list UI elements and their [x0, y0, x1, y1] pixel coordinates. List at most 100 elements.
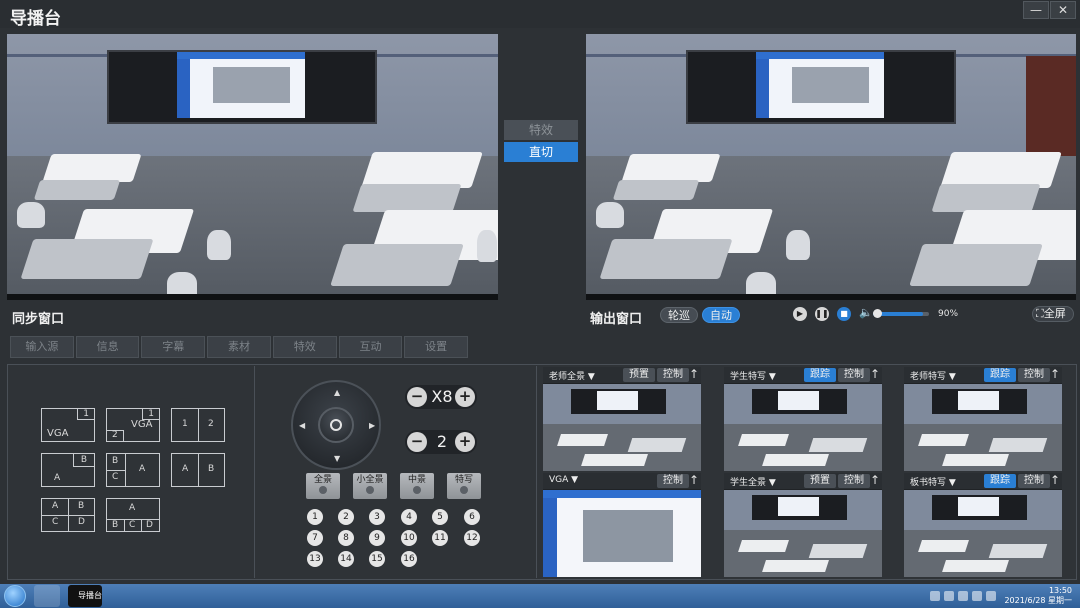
stop-icon[interactable]: ■: [837, 307, 851, 321]
camera-feed[interactable]: [543, 384, 701, 471]
network-icon[interactable]: [930, 591, 940, 601]
arrow-up-icon[interactable]: ↑: [870, 473, 880, 487]
arrow-up-icon[interactable]: ▲: [334, 388, 340, 397]
preset-number-7[interactable]: 7: [307, 530, 323, 546]
tab-input-source[interactable]: 输入源: [10, 336, 74, 358]
preset-number-14[interactable]: 14: [338, 551, 354, 567]
arrow-up-icon[interactable]: ↑: [870, 367, 880, 381]
camera-mode-button[interactable]: 跟踪: [804, 368, 836, 382]
camera-feed[interactable]: [904, 490, 1062, 577]
layout-a-pip-b[interactable]: B A: [41, 453, 95, 487]
tour-button[interactable]: 轮巡: [660, 307, 698, 323]
camera-control-button[interactable]: 控制: [1018, 474, 1050, 488]
layout-bc-a[interactable]: B C A: [106, 453, 160, 487]
camera-feed[interactable]: [904, 384, 1062, 471]
ptz-home-button[interactable]: [318, 407, 354, 443]
camera-control-button[interactable]: 控制: [657, 474, 689, 488]
volume-slider[interactable]: [873, 309, 929, 318]
speed-up-button[interactable]: +: [455, 432, 475, 452]
camera-control-button[interactable]: 控制: [657, 368, 689, 382]
preset-number-9[interactable]: 9: [369, 530, 385, 546]
layout-vga-pip-2[interactable]: 1 2 VGA: [106, 408, 160, 442]
tray-icon[interactable]: [944, 591, 954, 601]
layout-quad[interactable]: A B C D: [41, 498, 95, 532]
layout-vga-pip-1[interactable]: 1 VGA: [41, 408, 95, 442]
preset-number-1[interactable]: 1: [307, 509, 323, 525]
camera-name[interactable]: VGA ▼: [549, 475, 578, 485]
tab-interaction[interactable]: 互动: [338, 336, 403, 358]
direct-cut-button[interactable]: 直切: [504, 142, 578, 162]
camera-mode-button[interactable]: 跟踪: [984, 474, 1016, 488]
camera-mode-button[interactable]: 跟踪: [984, 368, 1016, 382]
arrow-down-icon[interactable]: ▼: [334, 454, 340, 463]
preset-number-15[interactable]: 15: [369, 551, 385, 567]
camera-tile[interactable]: 老师全景 ▼ 预置 控制 ↑: [543, 367, 701, 471]
arrow-up-icon[interactable]: ↑: [1050, 473, 1060, 487]
tab-info[interactable]: 信息: [75, 336, 140, 358]
output-window-video[interactable]: [586, 34, 1076, 300]
play-icon[interactable]: ▶: [793, 307, 807, 321]
close-button[interactable]: ✕: [1050, 1, 1076, 19]
clock[interactable]: 13:50 2021/6/28 星期一: [1004, 586, 1072, 606]
minimize-button[interactable]: —: [1023, 1, 1049, 19]
camera-name[interactable]: 老师特写 ▼: [910, 369, 956, 382]
camera-name[interactable]: 板书特写 ▼: [910, 475, 956, 488]
preset-number-4[interactable]: 4: [401, 509, 417, 525]
camera-feed[interactable]: [543, 490, 701, 577]
tab-effects[interactable]: 特效: [272, 336, 337, 358]
arrow-up-icon[interactable]: ↑: [1050, 367, 1060, 381]
layout-a-bcd[interactable]: A B C D: [106, 498, 160, 532]
camera-tile[interactable]: 板书特写 ▼ 跟踪 控制 ↑: [904, 473, 1062, 577]
layout-a-b[interactable]: A B: [171, 453, 225, 487]
camera-control-button[interactable]: 控制: [838, 474, 870, 488]
preset-number-3[interactable]: 3: [369, 509, 385, 525]
preset-number-11[interactable]: 11: [432, 530, 448, 546]
preset-closeup-button[interactable]: 特写: [447, 473, 481, 499]
preset-number-5[interactable]: 5: [432, 509, 448, 525]
arrow-left-icon[interactable]: ◀: [299, 421, 305, 430]
preset-number-13[interactable]: 13: [307, 551, 323, 567]
preset-number-10[interactable]: 10: [401, 530, 417, 546]
preset-medium-button[interactable]: 中景: [400, 473, 434, 499]
sync-window-video[interactable]: [7, 34, 498, 300]
camera-tile[interactable]: 学生特写 ▼ 跟踪 控制 ↑: [724, 367, 882, 471]
speaker-icon[interactable]: [986, 591, 996, 601]
tray-icon[interactable]: [958, 591, 968, 601]
preset-number-6[interactable]: 6: [464, 509, 480, 525]
camera-feed[interactable]: [724, 490, 882, 577]
pause-icon[interactable]: ❚❚: [815, 307, 829, 321]
ptz-direction-pad[interactable]: ▲ ▼ ◀ ▶: [291, 380, 381, 470]
camera-control-button[interactable]: 控制: [838, 368, 870, 382]
arrow-up-icon[interactable]: ↑: [689, 473, 699, 487]
auto-button[interactable]: 自动: [702, 307, 740, 323]
tab-material[interactable]: 素材: [207, 336, 271, 358]
arrow-right-icon[interactable]: ▶: [369, 421, 375, 430]
effects-button[interactable]: 特效: [504, 120, 578, 140]
arrow-up-icon[interactable]: ↑: [689, 367, 699, 381]
layout-split-1-2[interactable]: 1 2: [171, 408, 225, 442]
tab-settings[interactable]: 设置: [404, 336, 469, 358]
preset-number-12[interactable]: 12: [464, 530, 480, 546]
volume-icon[interactable]: 🔈: [859, 306, 873, 319]
preset-panorama-button[interactable]: 全景: [306, 473, 340, 499]
speed-down-button[interactable]: −: [407, 432, 427, 452]
preset-number-8[interactable]: 8: [338, 530, 354, 546]
zoom-out-button[interactable]: −: [407, 387, 427, 407]
camera-tile[interactable]: VGA ▼ 控制 ↑: [543, 473, 701, 577]
camera-name[interactable]: 学生全景 ▼: [730, 475, 776, 488]
tray-icon[interactable]: [972, 591, 982, 601]
preset-number-2[interactable]: 2: [338, 509, 354, 525]
camera-mode-button[interactable]: 预置: [804, 474, 836, 488]
camera-tile[interactable]: 老师特写 ▼ 跟踪 控制 ↑: [904, 367, 1062, 471]
browser-taskbar-icon[interactable]: [34, 585, 60, 607]
camera-mode-button[interactable]: 预置: [623, 368, 655, 382]
preset-small-panorama-button[interactable]: 小全景: [353, 473, 387, 499]
camera-name[interactable]: 学生特写 ▼: [730, 369, 776, 382]
fullscreen-button[interactable]: ⛶全屏: [1032, 306, 1074, 322]
camera-control-button[interactable]: 控制: [1018, 368, 1050, 382]
start-button[interactable]: [4, 585, 26, 607]
camera-feed[interactable]: [724, 384, 882, 471]
preset-number-16[interactable]: 16: [401, 551, 417, 567]
camera-tile[interactable]: 学生全景 ▼ 预置 控制 ↑: [724, 473, 882, 577]
camera-name[interactable]: 老师全景 ▼: [549, 369, 595, 382]
